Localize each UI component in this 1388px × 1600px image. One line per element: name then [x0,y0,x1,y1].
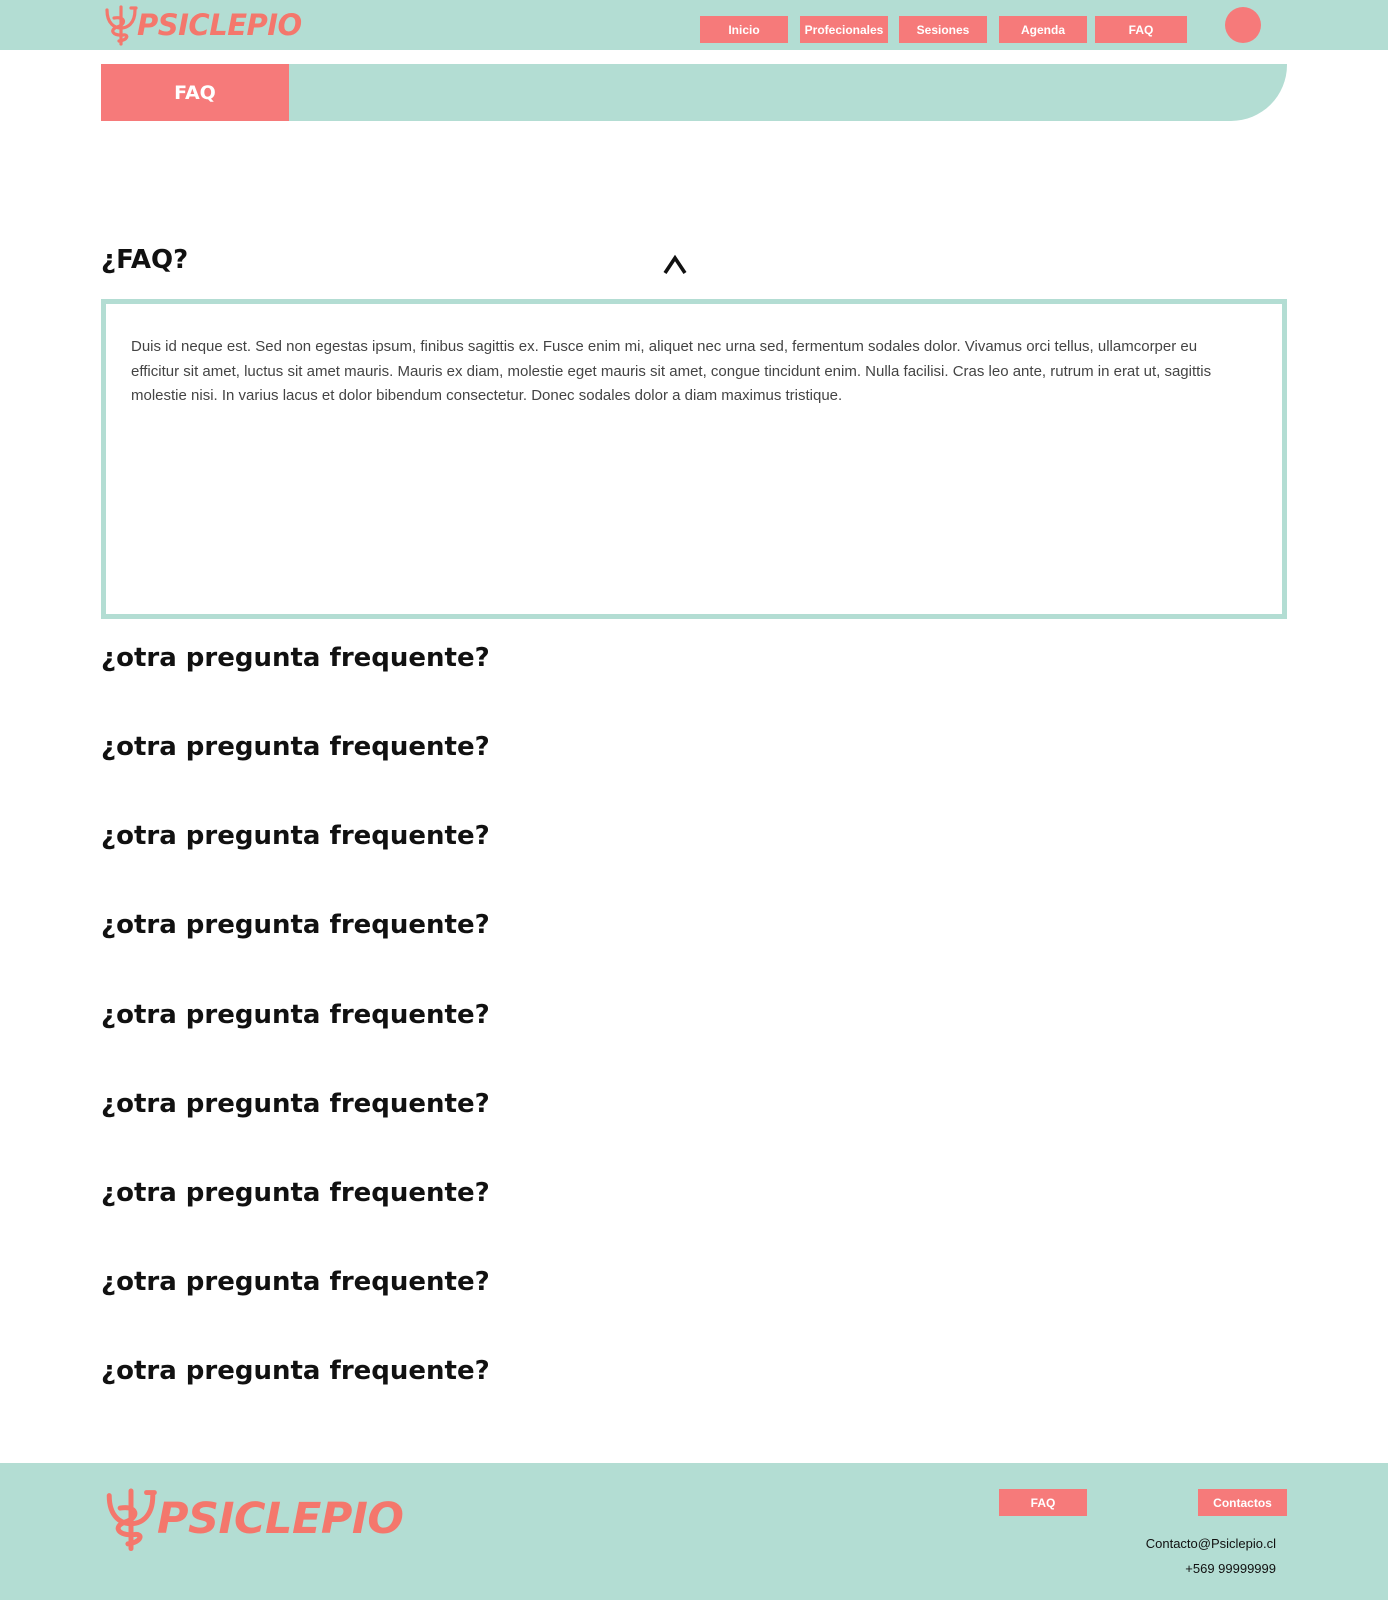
faq-question-open[interactable]: ¿FAQ? [101,245,188,275]
footer-brand-logo[interactable]: PSICLEPIO [103,1486,404,1552]
faq-question[interactable]: ¿otra pregunta frequente? [101,910,490,940]
faq-question[interactable]: ¿otra pregunta frequente? [101,1356,490,1386]
faq-question[interactable]: ¿otra pregunta frequente? [101,643,490,673]
faq-question[interactable]: ¿otra pregunta frequente? [101,1267,490,1297]
faq-answer-panel: Duis id neque est. Sed non egestas ipsum… [101,299,1287,619]
faq-question[interactable]: ¿otra pregunta frequente? [101,821,490,851]
user-avatar[interactable] [1225,7,1261,43]
nav-inicio-button[interactable]: Inicio [700,16,788,43]
brand-name: PSICLEPIO [137,8,302,42]
brand-logo[interactable]: PSICLEPIO [103,4,302,46]
nav-agenda-button[interactable]: Agenda [999,16,1087,43]
faq-question[interactable]: ¿otra pregunta frequente? [101,732,490,762]
nav-faq-button[interactable]: FAQ [1095,16,1187,43]
footer-faq-button[interactable]: FAQ [999,1489,1087,1516]
footer-email[interactable]: Contacto@Psiclepio.cl [1146,1536,1276,1551]
caduceus-psi-icon [106,1488,157,1552]
page-title: FAQ [101,64,289,121]
faq-question[interactable]: ¿otra pregunta frequente? [101,1178,490,1208]
footer-phone: +569 99999999 [1185,1561,1276,1576]
nav-profecionales-button[interactable]: Profecionales [800,16,888,43]
chevron-up-icon[interactable] [662,252,688,278]
faq-question[interactable]: ¿otra pregunta frequente? [101,1089,490,1119]
nav-sesiones-button[interactable]: Sesiones [899,16,987,43]
footer-brand-name: PSICLEPIO [157,1494,404,1544]
caduceus-psi-icon [105,5,138,46]
faq-question[interactable]: ¿otra pregunta frequente? [101,1000,490,1030]
footer-contactos-button[interactable]: Contactos [1198,1489,1287,1516]
faq-answer-text: Duis id neque est. Sed non egestas ipsum… [131,338,1212,404]
